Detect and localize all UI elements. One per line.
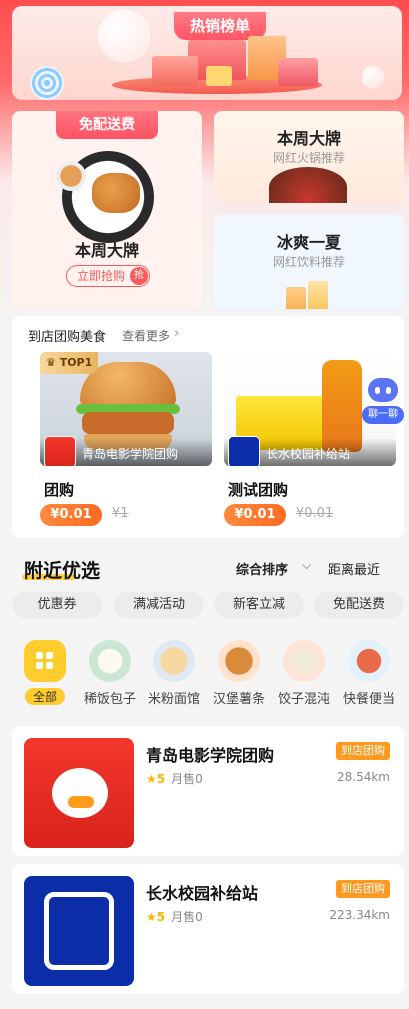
shop-name-chip: 青岛电影学院团购 [82, 447, 179, 461]
category-item[interactable]: 快餐便当 [341, 640, 397, 707]
category-item[interactable]: 米粉面馆 [146, 640, 202, 707]
bubble-decoration [362, 66, 384, 88]
group-buy-heading: 到店团购美食 [28, 330, 107, 345]
cold-drink-title: 冰爽一夏 [276, 233, 341, 252]
category-label: 饺子混沌 [277, 692, 330, 707]
robot-icon [368, 378, 398, 402]
shop-card[interactable]: 青岛电影学院团购 到店团购 ★5 月售0 28.54km [12, 726, 404, 856]
chevron-down-icon[interactable]: ⌵ [302, 558, 311, 573]
free-delivery-title: 本周大牌 [74, 241, 139, 260]
free-delivery-card[interactable]: 免配送费 本周大牌 立即抢购 抢 [12, 111, 202, 309]
chat-label: 聊一聊 [362, 406, 404, 424]
chat-assistant-button[interactable]: 聊一聊 [362, 378, 404, 426]
shop-rating: ★5 月售0 [146, 772, 203, 786]
shop-distance: 223.34km [329, 908, 390, 922]
category-label: 汉堡薯条 [212, 692, 265, 707]
drink-image [286, 277, 332, 309]
shop-distance: 28.54km [337, 770, 390, 784]
lollipop-decoration [30, 66, 64, 100]
shop-rating: ★5 月售0 [146, 910, 203, 924]
category-label: 全部 [24, 688, 65, 705]
shop-name-chip: 长水校园补给站 [266, 447, 351, 461]
bento-icon [348, 640, 390, 682]
dumpling-icon [283, 640, 325, 682]
bubble-decoration [98, 10, 150, 62]
group-buy-section: 到店团购美食 查看更多 › ♛ TOP1 青岛电影学院团购 长水校园补给站 聊一… [12, 316, 404, 538]
shop-logo-mini [228, 436, 260, 466]
filter-coupon[interactable]: 优惠券 [12, 592, 102, 618]
cold-drink-card[interactable]: 冰爽一夏 网红饮料推荐 [214, 215, 404, 309]
star-icon: ★ [146, 910, 157, 924]
shop-logo [24, 738, 134, 848]
hotpot-subtitle: 网红火锅推荐 [272, 151, 345, 165]
category-item[interactable]: 饺子混沌 [276, 640, 332, 707]
category-label: 快餐便当 [342, 692, 395, 707]
filter-discount[interactable]: 满减活动 [114, 592, 204, 618]
sort-nearest[interactable]: 距离最近 [328, 559, 380, 578]
bun-icon [89, 640, 131, 682]
free-delivery-tag: 免配送费 [56, 111, 158, 139]
top1-badge: ♛ TOP1 [40, 352, 98, 374]
group-item-old-price: ¥1 [112, 506, 129, 521]
shop-logo-mini [44, 436, 76, 466]
hotpot-title: 本周大牌 [276, 129, 341, 148]
grab-badge: 抢 [130, 267, 148, 285]
shop-tag: 到店团购 [336, 880, 390, 898]
buy-now-label: 立即抢购 [77, 269, 126, 283]
category-label: 米粉面馆 [147, 692, 200, 707]
category-label: 稀饭包子 [83, 692, 136, 707]
burger-icon [218, 640, 260, 682]
chevron-right-icon[interactable]: › [174, 326, 179, 341]
group-item-name: 测试团购 [228, 481, 289, 499]
nearby-title: 附近优选 [24, 560, 101, 582]
shop-name: 长水校园补给站 [146, 884, 259, 903]
hot-sales-banner[interactable]: 热销榜单 [12, 6, 402, 100]
shop-card[interactable]: 长水校园补给站 到店团购 ★5 月售0 223.34km [12, 864, 404, 994]
group-item-name: 团购 [44, 481, 75, 499]
category-item[interactable]: 汉堡薯条 [211, 640, 267, 707]
food-plate-image [56, 151, 154, 243]
podium-decoration [206, 66, 232, 86]
category-all[interactable]: 全部 [17, 640, 73, 705]
podium-decoration [278, 58, 318, 86]
star-icon: ★ [146, 772, 157, 786]
hotpot-image [269, 167, 347, 203]
sort-comprehensive[interactable]: 综合排序 [236, 559, 288, 578]
shop-tag: 到店团购 [336, 742, 390, 760]
hotpot-card[interactable]: 本周大牌 网红火锅推荐 [214, 111, 404, 203]
cold-drink-subtitle: 网红饮料推荐 [272, 255, 345, 269]
shop-logo [24, 876, 134, 986]
group-item-price: ¥0.01 [40, 504, 102, 526]
shop-name: 青岛电影学院团购 [146, 746, 275, 765]
group-item-image[interactable]: ♛ TOP1 青岛电影学院团购 [40, 352, 212, 466]
podium-decoration [152, 56, 198, 86]
see-more-link[interactable]: 查看更多 [122, 327, 170, 344]
category-item[interactable]: 稀饭包子 [82, 640, 138, 707]
grid-icon [24, 640, 66, 682]
filter-free-delivery[interactable]: 免配送费 [314, 592, 404, 618]
buy-now-button[interactable]: 立即抢购 抢 [66, 265, 150, 287]
group-item-old-price: ¥0.01 [296, 506, 334, 521]
filter-new-customer[interactable]: 新客立减 [214, 592, 304, 618]
noodle-icon [153, 640, 195, 682]
group-item-price: ¥0.01 [224, 504, 286, 526]
